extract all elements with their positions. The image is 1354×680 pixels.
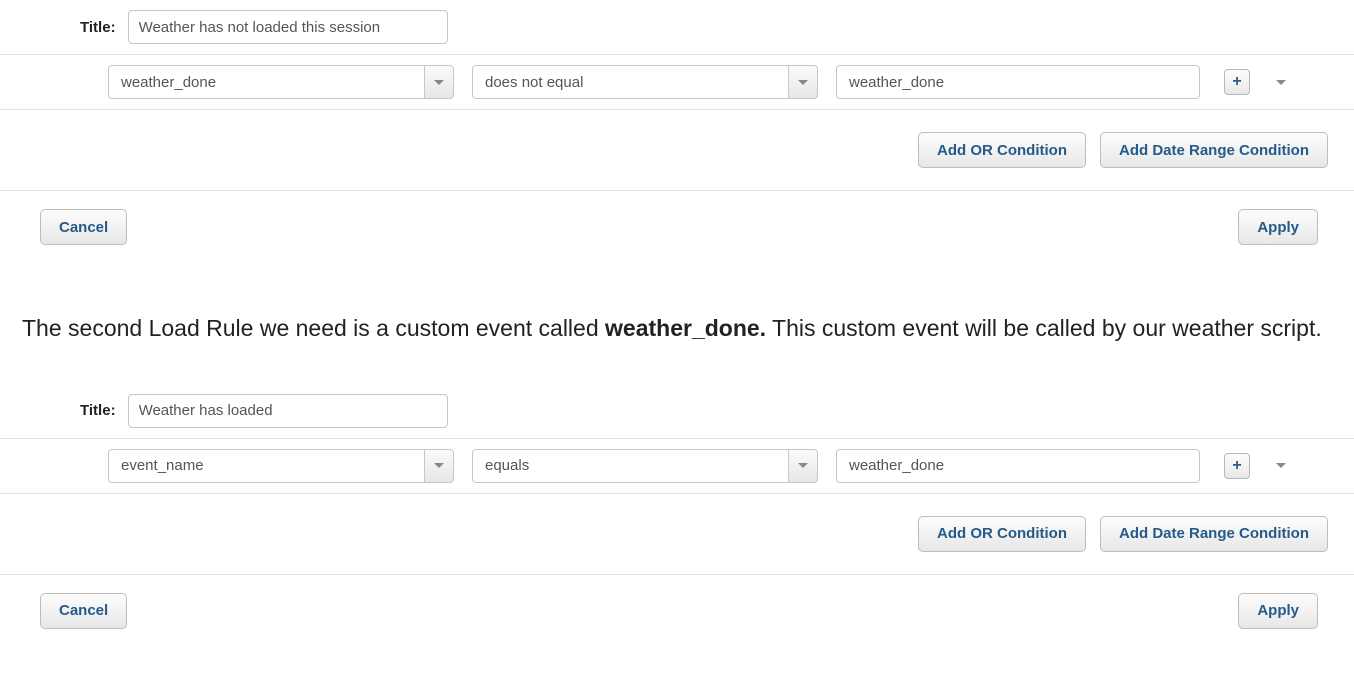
chevron-down-icon [424,449,454,483]
variable-value: event_name [121,457,204,474]
variable-value: weather_done [121,74,216,91]
value-input[interactable] [836,65,1200,99]
button-label: Add Date Range Condition [1119,142,1309,159]
button-label: Add OR Condition [937,525,1067,542]
title-label: Title: [80,402,116,419]
action-row: Cancel Apply [0,575,1354,647]
button-label: Cancel [59,219,108,236]
chevron-down-icon [788,65,818,99]
description-text: The second Load Rule we need is a custom… [0,283,1354,384]
button-label: Cancel [59,602,108,619]
action-row: Cancel Apply [0,191,1354,263]
button-label: Apply [1257,602,1299,619]
operator-value: equals [485,457,529,474]
apply-button[interactable]: Apply [1238,209,1318,245]
title-input[interactable] [128,394,448,428]
add-condition-button[interactable]: + [1224,453,1250,479]
chevron-down-icon [788,449,818,483]
chevron-down-icon [1276,463,1286,468]
condition-menu-button[interactable] [1272,453,1290,479]
title-row: Title: [0,384,1354,438]
load-rule-1: Title: weather_done does not equal + Add… [0,0,1354,263]
plus-icon: + [1232,73,1241,91]
button-label: Add Date Range Condition [1119,525,1309,542]
chevron-down-icon [424,65,454,99]
variable-select[interactable]: weather_done [108,65,454,99]
condition-buttons-row: Add OR Condition Add Date Range Conditio… [0,110,1354,191]
operator-select[interactable]: does not equal [472,65,818,99]
operator-value: does not equal [485,74,583,91]
operator-select[interactable]: equals [472,449,818,483]
add-condition-button[interactable]: + [1224,69,1250,95]
add-or-condition-button[interactable]: Add OR Condition [918,516,1086,552]
cancel-button[interactable]: Cancel [40,593,127,629]
button-label: Apply [1257,219,1299,236]
condition-menu-button[interactable] [1272,69,1290,95]
button-label: Add OR Condition [937,142,1067,159]
apply-button[interactable]: Apply [1238,593,1318,629]
plus-icon: + [1232,457,1241,475]
chevron-down-icon [1276,80,1286,85]
desc-bold: weather_done. [605,315,766,341]
load-rule-2: Title: event_name equals + Add OR Condit… [0,384,1354,647]
cancel-button[interactable]: Cancel [40,209,127,245]
variable-select[interactable]: event_name [108,449,454,483]
condition-row: event_name equals + [0,438,1354,494]
condition-buttons-row: Add OR Condition Add Date Range Conditio… [0,494,1354,575]
add-date-range-condition-button[interactable]: Add Date Range Condition [1100,516,1328,552]
desc-part2: This custom event will be called by our … [766,315,1322,341]
title-label: Title: [80,19,116,36]
desc-part1: The second Load Rule we need is a custom… [22,315,605,341]
add-date-range-condition-button[interactable]: Add Date Range Condition [1100,132,1328,168]
title-row: Title: [0,0,1354,54]
title-input[interactable] [128,10,448,44]
add-or-condition-button[interactable]: Add OR Condition [918,132,1086,168]
condition-row: weather_done does not equal + [0,54,1354,110]
value-input[interactable] [836,449,1200,483]
